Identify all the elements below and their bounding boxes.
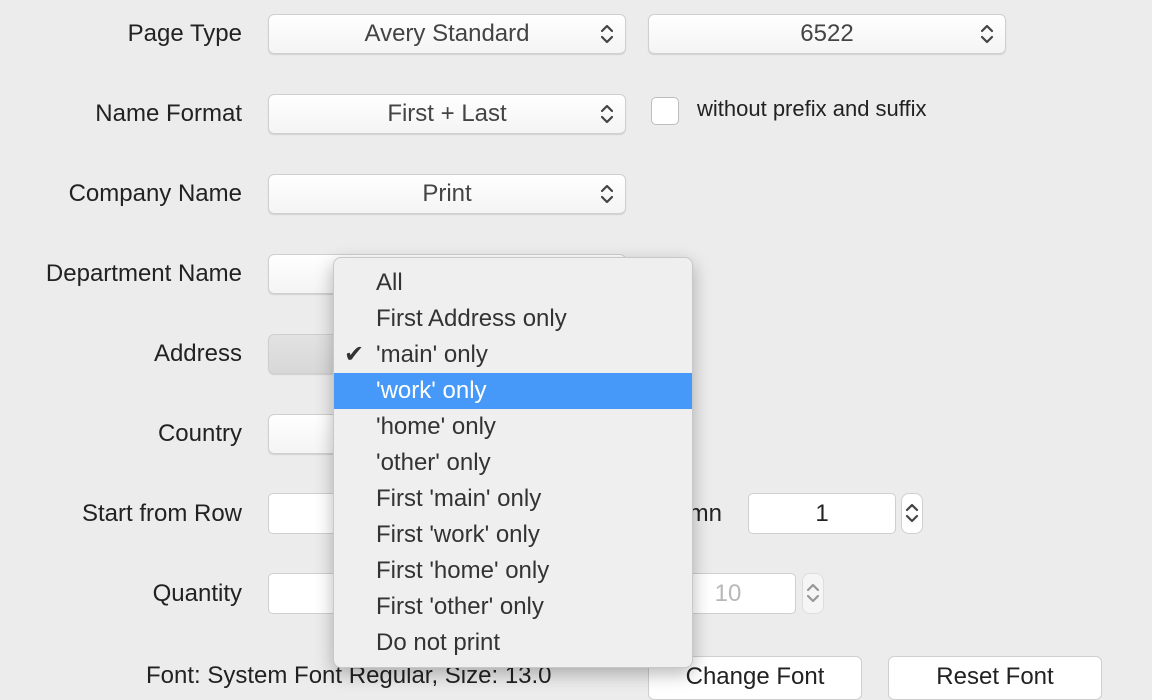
menu-item-do-not-print[interactable]: Do not print bbox=[334, 625, 692, 661]
stepper-arrows-icon bbox=[905, 503, 919, 523]
menu-item-label: First Address only bbox=[376, 305, 567, 332]
menu-item-first-main[interactable]: First 'main' only bbox=[334, 481, 692, 517]
menu-item-label: First 'other' only bbox=[376, 593, 544, 620]
menu-item-home-only[interactable]: 'home' only bbox=[334, 409, 692, 445]
menu-item-first-address[interactable]: First Address only bbox=[334, 301, 692, 337]
reset-font-button[interactable]: Reset Font bbox=[888, 656, 1102, 700]
menu-item-label: All bbox=[376, 269, 403, 296]
menu-item-label: First 'work' only bbox=[376, 521, 540, 548]
start-column-label: mn bbox=[688, 500, 722, 527]
menu-item-other-only[interactable]: 'other' only bbox=[334, 445, 692, 481]
start-row-label: Start from Row bbox=[81, 500, 242, 527]
country-label: Country bbox=[157, 420, 242, 447]
menu-item-label: First 'home' only bbox=[376, 557, 550, 584]
address-dropdown-menu: All First Address only ✔ 'main' only 'wor… bbox=[333, 257, 693, 668]
start-column-field[interactable]: 1 bbox=[748, 493, 896, 534]
name-format-popup[interactable]: First + Last bbox=[268, 94, 626, 134]
menu-item-label: 'other' only bbox=[376, 449, 491, 476]
menu-item-label: First 'main' only bbox=[376, 485, 542, 512]
up-down-arrows-icon bbox=[980, 24, 994, 44]
company-name-value: Print bbox=[422, 180, 472, 207]
page-type-value: Avery Standard bbox=[364, 20, 530, 47]
menu-item-work-only[interactable]: 'work' only bbox=[334, 373, 692, 409]
up-down-arrows-icon bbox=[600, 184, 614, 204]
without-prefix-suffix-checkbox[interactable] bbox=[651, 97, 679, 125]
menu-item-first-other[interactable]: First 'other' only bbox=[334, 589, 692, 625]
company-name-label: Company Name bbox=[68, 180, 242, 207]
menu-item-first-work[interactable]: First 'work' only bbox=[334, 517, 692, 553]
quantity-stepper[interactable] bbox=[802, 573, 824, 614]
without-prefix-suffix-label: without prefix and suffix bbox=[697, 96, 927, 121]
product-number-value: 6522 bbox=[800, 20, 854, 47]
up-down-arrows-icon bbox=[600, 24, 614, 44]
page-type-label: Page Type bbox=[127, 20, 242, 47]
address-label: Address bbox=[153, 340, 242, 367]
menu-item-all[interactable]: All bbox=[334, 265, 692, 301]
page-type-popup[interactable]: Avery Standard bbox=[268, 14, 626, 54]
name-format-value: First + Last bbox=[387, 100, 507, 127]
name-format-label: Name Format bbox=[95, 100, 242, 127]
start-column-stepper[interactable] bbox=[901, 493, 923, 534]
menu-item-label: 'work' only bbox=[376, 377, 487, 404]
menu-item-label: 'home' only bbox=[376, 413, 496, 440]
menu-item-first-home[interactable]: First 'home' only bbox=[334, 553, 692, 589]
quantity-label: Quantity bbox=[152, 580, 242, 607]
product-number-popup[interactable]: 6522 bbox=[648, 14, 1006, 54]
department-name-label: Department Name bbox=[45, 260, 242, 287]
company-name-popup[interactable]: Print bbox=[268, 174, 626, 214]
up-down-arrows-icon bbox=[600, 104, 614, 124]
stepper-arrows-icon bbox=[806, 583, 820, 603]
menu-item-main-only[interactable]: ✔ 'main' only bbox=[334, 337, 692, 373]
menu-item-label: 'main' only bbox=[376, 341, 488, 368]
checkmark-icon: ✔ bbox=[344, 341, 365, 368]
menu-item-label: Do not print bbox=[376, 629, 501, 656]
